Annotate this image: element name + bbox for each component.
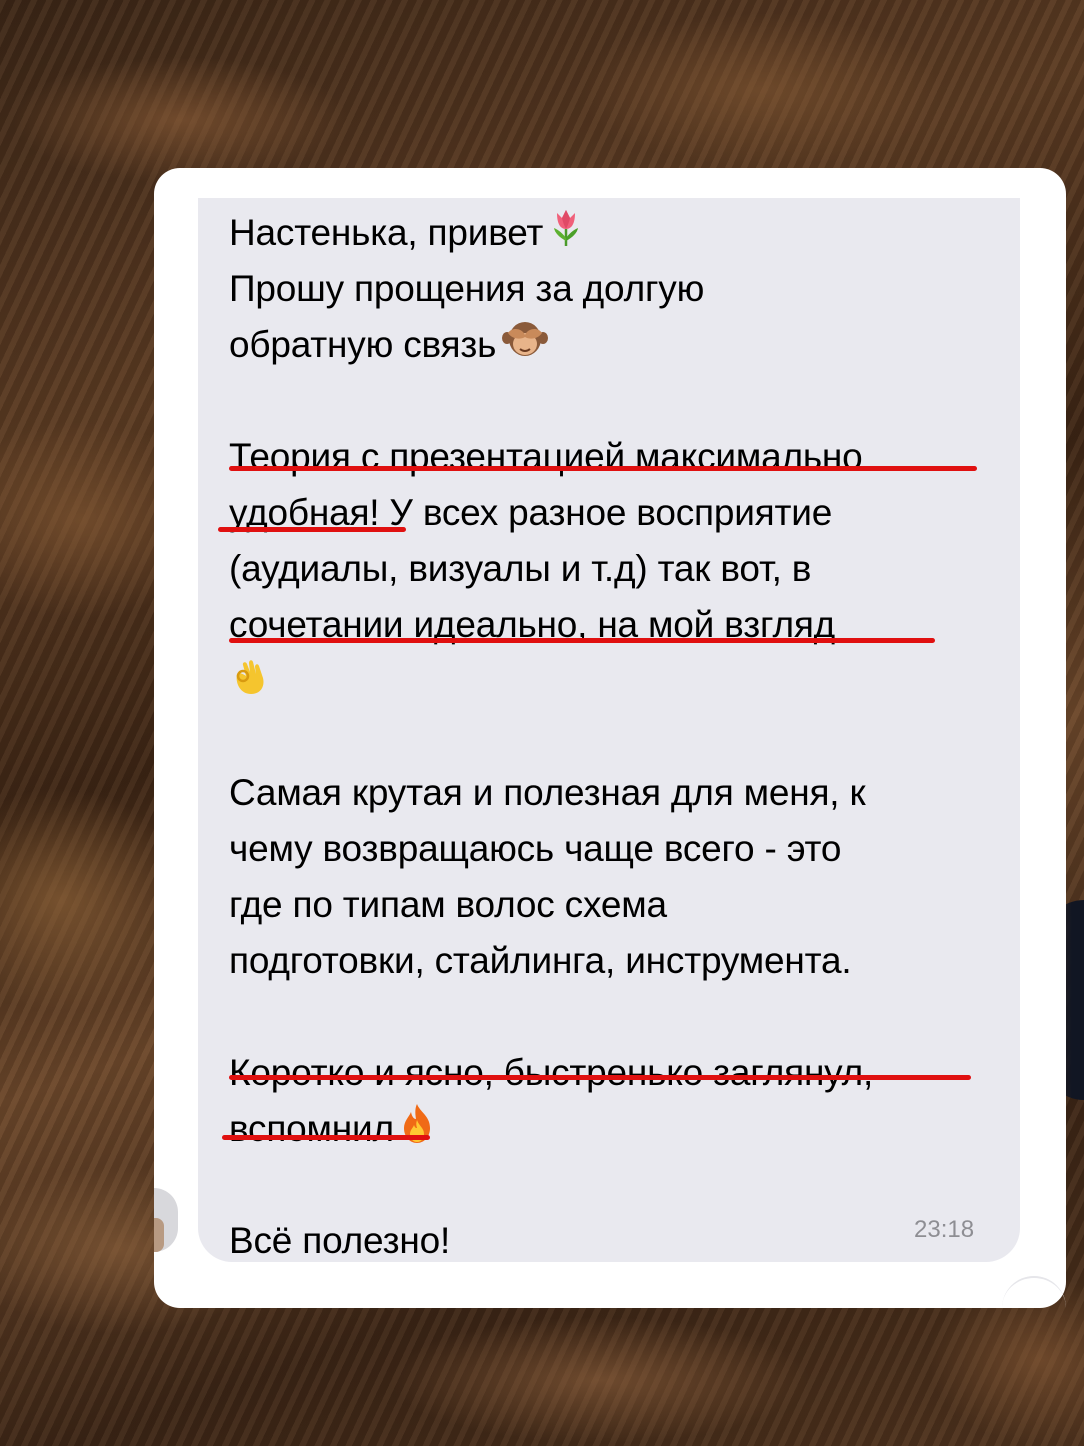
message-line: Теория с презентацией максимально	[229, 436, 863, 477]
message-line: Всё полезно!	[229, 1220, 451, 1261]
message-line: сочетании идеально, на мой взгляд	[229, 604, 836, 645]
message-timestamp: 23:18	[914, 1216, 975, 1243]
message-line: Настенька, привет	[229, 205, 1009, 261]
ok-hand-icon	[229, 654, 269, 712]
underline-mark	[229, 638, 935, 643]
underline-mark	[229, 466, 977, 471]
message-line: Прошу прощения за долгую	[229, 268, 705, 309]
message-text: Настенька, привет Прошу прощения за долг…	[229, 205, 1009, 1269]
message-line: чему возвращаюсь чаще всего - это	[229, 828, 842, 869]
underline-mark	[222, 1135, 430, 1140]
underline-mark	[218, 527, 406, 532]
message-line	[229, 653, 1009, 709]
message-line: где по типам волос схема	[229, 884, 667, 925]
avatar-photo	[154, 1218, 164, 1252]
message-line: Коротко и ясно, быстренько заглянул,	[229, 1052, 874, 1093]
message-line: вспомнил	[229, 1101, 1009, 1157]
fire-icon	[400, 1102, 434, 1160]
message-line: (аудиалы, визуалы и т.д) так вот, в	[229, 548, 812, 589]
message-line: подготовки, стайлинга, инструмента.	[229, 940, 852, 981]
underline-mark	[229, 1075, 971, 1080]
see-no-evil-monkey-icon	[502, 319, 549, 375]
tulip-icon	[549, 207, 583, 263]
message-line: удобная! У всех разное восприятие	[229, 492, 833, 533]
message-line: обратную связь	[229, 317, 1009, 373]
message-line: Самая крутая и полезная для меня, к	[229, 772, 866, 813]
